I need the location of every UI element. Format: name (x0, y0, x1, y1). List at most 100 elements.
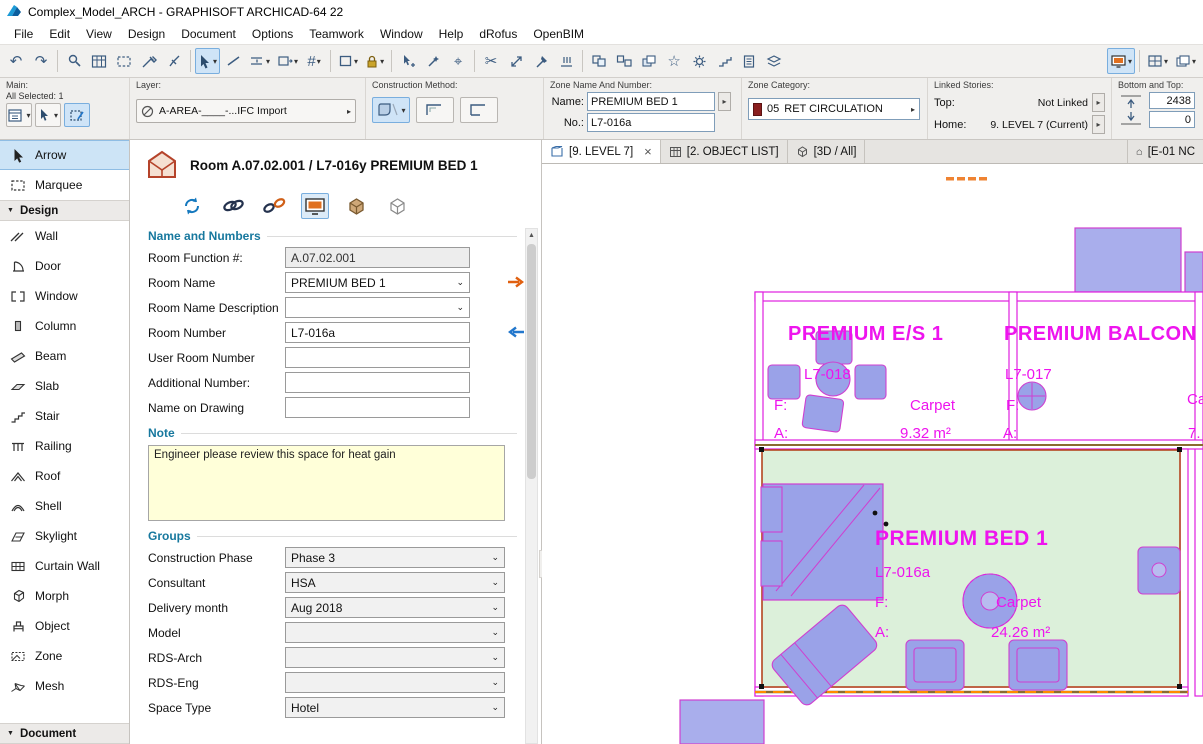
arrow-tool-button[interactable]: ▾ (195, 48, 220, 74)
link-icon[interactable] (219, 193, 247, 219)
screen-view-options-button[interactable]: ▾ (1107, 48, 1135, 74)
room-name-description-dropdown[interactable]: ⌄ (285, 297, 470, 318)
zone-category-dropdown[interactable]: 05 RET CIRCULATION ▸ (748, 98, 920, 120)
toolbox-item-arrow[interactable]: Arrow (0, 140, 129, 170)
stories-button[interactable] (712, 48, 736, 74)
selection-arrow-dropdown-button[interactable]: ▾ (35, 103, 61, 127)
manual-boundary-method-button[interactable] (460, 97, 498, 123)
wire-cube-icon[interactable] (383, 193, 411, 219)
menu-help[interactable]: Help (431, 25, 472, 43)
offset-tool-button[interactable]: ▾ (246, 48, 273, 74)
menu-design[interactable]: Design (120, 25, 173, 43)
toolbox-item-mesh[interactable]: Mesh (0, 671, 129, 701)
toolbox-item-marquee[interactable]: Marquee (0, 170, 129, 200)
group-button[interactable] (587, 48, 611, 74)
redo-button[interactable]: ↷ (29, 48, 53, 74)
menu-edit[interactable]: Edit (41, 25, 78, 43)
model-dropdown[interactable]: ⌄ (285, 622, 505, 643)
name-on-drawing-field[interactable] (285, 397, 470, 418)
toolbox-item-beam[interactable]: Beam (0, 341, 129, 371)
top-offset-input[interactable]: 2438 (1149, 92, 1195, 109)
monitor-view-icon[interactable] (301, 193, 329, 219)
rds-arch-dropdown[interactable]: ⌄ (285, 647, 505, 668)
furniture-desk-chair[interactable] (1138, 547, 1180, 594)
tab-level-7[interactable]: [9. LEVEL 7] × (542, 140, 661, 163)
menu-openbim[interactable]: OpenBIM (525, 25, 592, 43)
layers-button[interactable] (762, 48, 786, 74)
delivery-month-dropdown[interactable]: Aug 2018⌄ (285, 597, 505, 618)
additional-number-field[interactable] (285, 372, 470, 393)
toolbox-item-window[interactable]: Window (0, 281, 129, 311)
zone-stamp-premium-balcony[interactable]: PREMIUM BALCON L7-017 F: Ca A: 7. (1003, 323, 1203, 442)
display-order-button[interactable] (637, 48, 661, 74)
space-type-dropdown[interactable]: Hotel⌄ (285, 697, 505, 718)
toolbox-item-skylight[interactable]: Skylight (0, 521, 129, 551)
line-tool-button[interactable] (221, 48, 245, 74)
toolbox-group-document[interactable]: ▼ Document (0, 723, 129, 744)
panel-scrollbar[interactable]: ▲ (525, 228, 538, 744)
toolbox-item-railing[interactable]: Railing (0, 431, 129, 461)
user-room-number-field[interactable] (285, 347, 470, 368)
scroll-up-icon[interactable]: ▲ (528, 229, 535, 242)
toolbox-item-zone[interactable]: Zone (0, 641, 129, 671)
toolbox-item-curtain-wall[interactable]: Curtain Wall (0, 551, 129, 581)
grid-snap-button[interactable]: #▾ (302, 48, 326, 74)
favorites-button[interactable]: ☆ (662, 48, 686, 74)
tab-object-list[interactable]: [2. OBJECT LIST] (661, 140, 788, 163)
rds-eng-dropdown[interactable]: ⌄ (285, 672, 505, 693)
tool-settings-dialog-button[interactable]: ▾ (6, 103, 32, 127)
menu-view[interactable]: View (78, 25, 120, 43)
menu-document[interactable]: Document (173, 25, 244, 43)
bottom-offset-input[interactable]: 0 (1149, 111, 1195, 128)
construction-phase-dropdown[interactable]: Phase 3⌄ (285, 547, 505, 568)
adjust-button[interactable] (554, 48, 578, 74)
tile-windows-button[interactable]: ▾ (1144, 48, 1171, 74)
sync-icon[interactable] (178, 193, 206, 219)
scrollbar-thumb[interactable] (527, 244, 536, 479)
toolbox-item-shell[interactable]: Shell (0, 491, 129, 521)
lock-button[interactable]: ▾ (362, 48, 387, 74)
menu-teamwork[interactable]: Teamwork (301, 25, 372, 43)
zone-number-input[interactable]: L7-016a (587, 113, 715, 132)
floor-plan-canvas[interactable]: PREMIUM E/S 1 L7-018 F: Carpet A: 9.32 m… (542, 164, 1203, 744)
note-textarea[interactable]: Engineer please review this space for he… (148, 445, 505, 521)
menu-drofus[interactable]: dRofus (471, 25, 525, 43)
navigator-button[interactable] (737, 48, 761, 74)
zone-geometry-method-button[interactable]: ▾ (372, 97, 410, 123)
trim-button[interactable] (529, 48, 553, 74)
pull-value-arrow-icon[interactable] (506, 325, 526, 342)
ungroup-button[interactable] (612, 48, 636, 74)
frame-display-button[interactable]: ▾ (335, 48, 361, 74)
menu-file[interactable]: File (6, 25, 41, 43)
toolbox-item-stair[interactable]: Stair (0, 401, 129, 431)
room-function-field[interactable]: A.07.02.001 (285, 247, 470, 268)
split-button[interactable]: ✂ (479, 48, 503, 74)
offset-all-edges-button[interactable]: ▾ (274, 48, 301, 74)
furniture-balcony-table[interactable] (1018, 382, 1046, 410)
inject-parameters-icon[interactable] (162, 48, 186, 74)
toolbox-item-wall[interactable]: Wall (0, 221, 129, 251)
furniture-bed[interactable] (761, 484, 883, 600)
add-to-selection-button[interactable] (396, 48, 420, 74)
home-story-dropdown-button[interactable]: ▸ (1092, 115, 1105, 134)
zone-name-input[interactable]: PREMIUM BED 1 (587, 92, 715, 111)
resize-button[interactable] (504, 48, 528, 74)
break-link-icon[interactable] (260, 193, 288, 219)
reference-line-method-button[interactable] (416, 97, 454, 123)
tab-elevation-e01[interactable]: [E-01 NC (1127, 140, 1203, 163)
toolbox-group-design[interactable]: ▼ Design (0, 200, 129, 221)
room-name-dropdown[interactable]: PREMIUM BED 1⌄ (285, 272, 470, 293)
toolbox-item-column[interactable]: Column (0, 311, 129, 341)
consultant-dropdown[interactable]: HSA⌄ (285, 572, 505, 593)
toolbox-item-morph[interactable]: Morph (0, 581, 129, 611)
floor-plan-view[interactable]: PREMIUM E/S 1 L7-018 F: Carpet A: 9.32 m… (542, 164, 1203, 744)
shaft-block-bottom-left[interactable] (680, 700, 764, 744)
zone-update-button[interactable] (64, 103, 90, 127)
magic-wand-button[interactable] (421, 48, 445, 74)
cascade-windows-button[interactable]: ▾ (1172, 48, 1199, 74)
settings-gear-button[interactable] (687, 48, 711, 74)
pick-up-parameters-icon[interactable] (137, 48, 161, 74)
shaft-block-top-right[interactable] (1075, 228, 1203, 300)
top-link-dropdown-button[interactable]: ▸ (1092, 93, 1105, 112)
toolbox-item-object[interactable]: Object (0, 611, 129, 641)
